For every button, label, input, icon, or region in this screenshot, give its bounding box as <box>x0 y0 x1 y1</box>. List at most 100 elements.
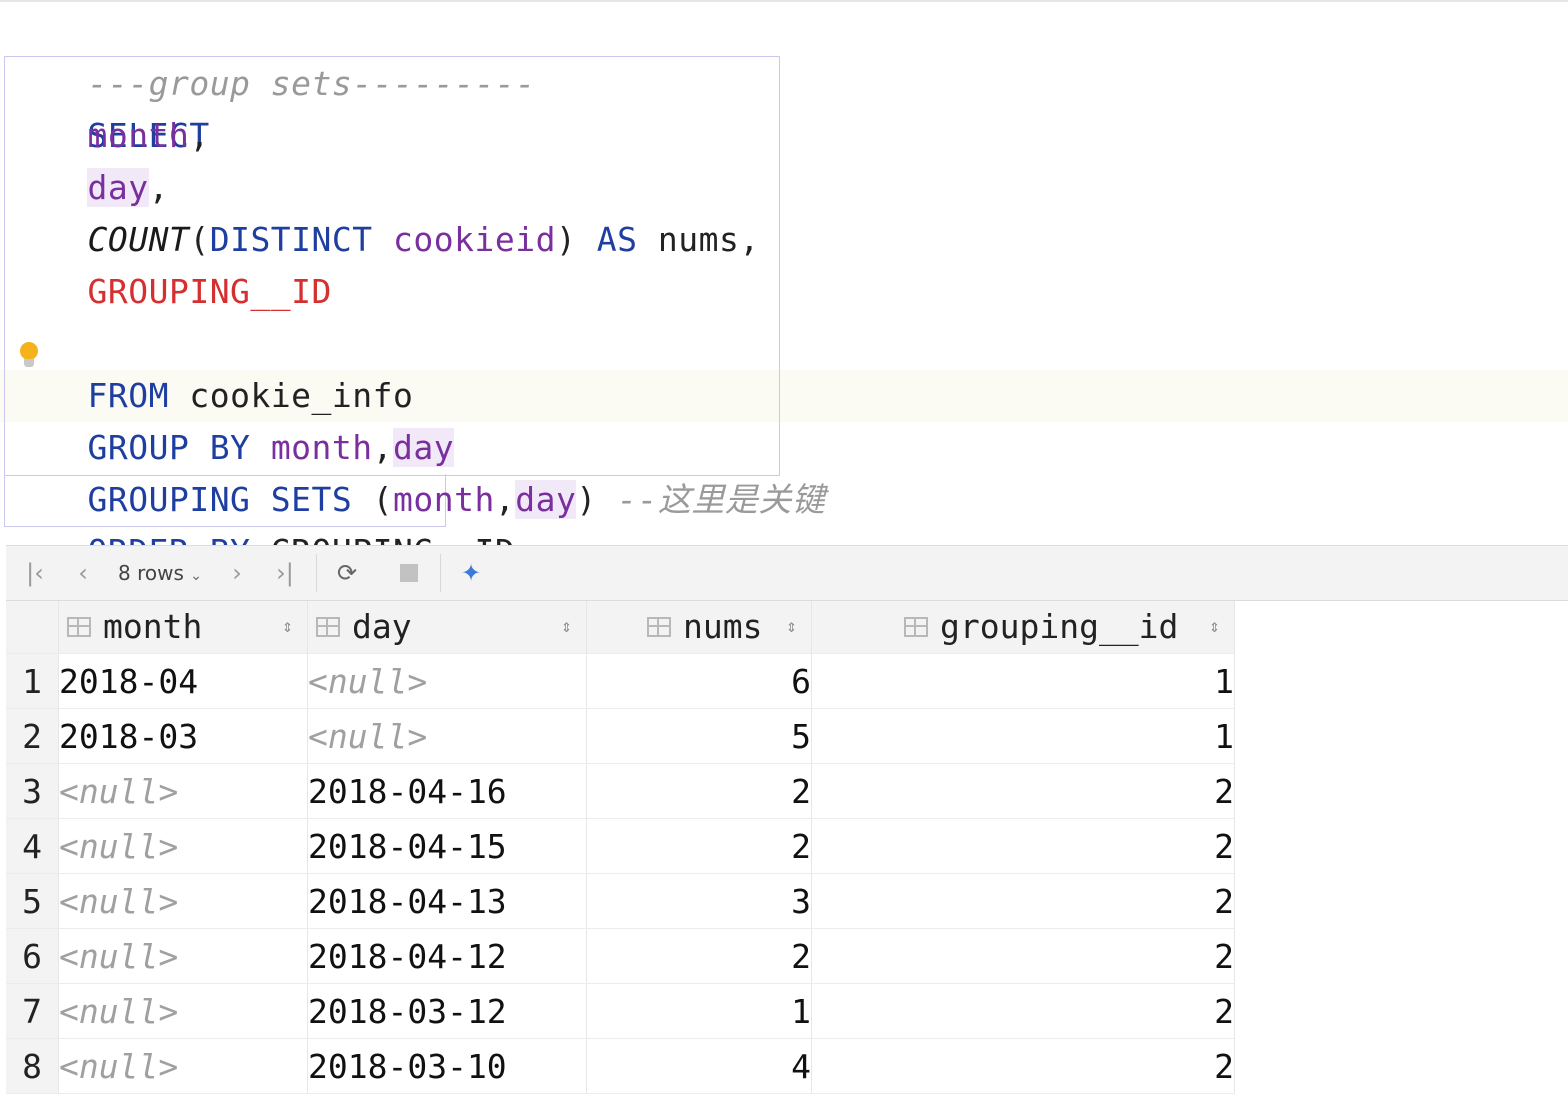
cell-day[interactable]: 2018-04-13 <box>307 873 587 929</box>
cell-month[interactable]: <null> <box>58 983 308 1039</box>
code-line-from[interactable]: FROM cookie_info <box>6 318 413 415</box>
table-row[interactable]: 1 2018-04 <null> 6 1 <box>6 653 1235 709</box>
cell-grouping-id-value: 1 <box>1214 716 1234 756</box>
sql-editor[interactable]: ---group sets--------- SELECT month, day… <box>0 0 1568 571</box>
cell-grouping-id[interactable]: 2 <box>811 928 1235 984</box>
column-header-day[interactable]: day ⇕ <box>307 601 587 654</box>
rows-count-label: 8 rows <box>118 561 184 585</box>
cell-grouping-id[interactable]: 1 <box>811 653 1235 709</box>
row-number: 5 <box>6 873 59 929</box>
table-row[interactable]: 5 <null> 2018-04-13 3 2 <box>6 873 1235 929</box>
column-header-label: grouping__id <box>940 607 1179 646</box>
row-number: 1 <box>6 653 59 709</box>
code-line-order-by[interactable]: ORDER BY GROUPING__ID; <box>6 474 536 571</box>
column-header-month[interactable]: month ⇕ <box>58 601 308 654</box>
row-number-value: 4 <box>22 826 42 866</box>
table-row[interactable]: 3 <null> 2018-04-16 2 2 <box>6 763 1235 819</box>
cell-grouping-id[interactable]: 2 <box>811 818 1235 874</box>
cell-grouping-id[interactable]: 2 <box>811 763 1235 819</box>
row-number: 6 <box>6 928 59 984</box>
cell-day[interactable]: 2018-04-12 <box>307 928 587 984</box>
cell-grouping-id-value: 2 <box>1214 881 1234 921</box>
intention-bulb-base <box>24 359 34 367</box>
cell-month-value: <null> <box>59 1046 179 1086</box>
sort-icon[interactable]: ⇕ <box>786 601 797 653</box>
code-line-grouping-id[interactable]: GROUPING__ID <box>6 266 332 318</box>
cell-month[interactable]: <null> <box>58 873 308 929</box>
row-number: 3 <box>6 763 59 819</box>
column-header-grouping-id[interactable]: grouping__id ⇕ <box>811 601 1235 654</box>
row-number-value: 5 <box>22 881 42 921</box>
code-line-group-by[interactable]: GROUP BY month,day <box>6 370 455 467</box>
chevron-down-icon: ⌄ <box>190 568 202 584</box>
table-row[interactable]: 7 <null> 2018-03-12 1 2 <box>6 983 1235 1039</box>
column-header-label: nums <box>683 607 763 646</box>
row-number: 8 <box>6 1038 59 1094</box>
cell-day[interactable]: <null> <box>307 653 587 709</box>
cell-month[interactable]: 2018-03 <box>58 708 308 764</box>
cell-month[interactable]: 2018-04 <box>58 653 308 709</box>
function-count: COUNT <box>87 220 190 259</box>
cell-grouping-id-value: 1 <box>1214 661 1234 701</box>
cell-month-value: <null> <box>59 771 179 811</box>
first-page-icon[interactable]: |‹ <box>22 558 48 588</box>
column-icon <box>67 617 91 637</box>
cell-month[interactable]: <null> <box>58 763 308 819</box>
refresh-icon[interactable]: ⟳ <box>332 558 362 588</box>
cell-day[interactable]: <null> <box>307 708 587 764</box>
cell-nums[interactable]: 5 <box>586 708 812 764</box>
cell-day[interactable]: 2018-03-10 <box>307 1038 587 1094</box>
row-number-value: 3 <box>22 771 42 811</box>
row-number-value: 2 <box>22 716 42 756</box>
pin-icon[interactable]: ✦ <box>454 558 488 588</box>
table-row[interactable]: 2 2018-03 <null> 5 1 <box>6 708 1235 764</box>
sort-icon[interactable]: ⇕ <box>282 601 293 653</box>
sort-icon[interactable]: ⇕ <box>561 601 572 653</box>
cell-grouping-id[interactable]: 2 <box>811 873 1235 929</box>
cell-day-value: 2018-03-10 <box>308 1046 507 1086</box>
cell-nums[interactable]: 2 <box>586 763 812 819</box>
cell-grouping-id[interactable]: 2 <box>811 983 1235 1039</box>
table-row[interactable]: 6 <null> 2018-04-12 2 2 <box>6 928 1235 984</box>
cell-nums[interactable]: 6 <box>586 653 812 709</box>
table-row[interactable]: 8 <null> 2018-03-10 4 2 <box>6 1038 1235 1094</box>
cell-month-value: <null> <box>59 881 179 921</box>
cell-day-value: 2018-03-12 <box>308 991 507 1031</box>
table-row[interactable]: 4 <null> 2018-04-15 2 2 <box>6 818 1235 874</box>
row-number-value: 8 <box>22 1046 42 1086</box>
header-row: month ⇕ day ⇕ nums ⇕ grouping__id ⇕ <box>6 601 1235 654</box>
rows-count-dropdown[interactable]: 8 rows ⌄ <box>118 558 202 588</box>
column-header-nums[interactable]: nums ⇕ <box>586 601 812 654</box>
stop-icon[interactable] <box>400 564 418 582</box>
cell-day[interactable]: 2018-04-16 <box>307 763 587 819</box>
cell-grouping-id[interactable]: 1 <box>811 708 1235 764</box>
cell-grouping-id-value: 2 <box>1214 991 1234 1031</box>
code-line-comment[interactable]: ---group sets--------- <box>6 6 536 103</box>
cell-nums[interactable]: 2 <box>586 818 812 874</box>
cell-month[interactable]: <null> <box>58 1038 308 1094</box>
last-page-icon[interactable]: ›| <box>270 558 300 588</box>
cell-nums[interactable]: 2 <box>586 928 812 984</box>
cell-nums[interactable]: 1 <box>586 983 812 1039</box>
code-line-month[interactable]: month, <box>6 110 210 162</box>
cell-month[interactable]: <null> <box>58 818 308 874</box>
cell-day[interactable]: 2018-03-12 <box>307 983 587 1039</box>
cell-month-value: <null> <box>59 936 179 976</box>
sort-icon[interactable]: ⇕ <box>1209 601 1220 653</box>
code-line-day[interactable]: day, <box>6 162 169 214</box>
cell-nums[interactable]: 3 <box>586 873 812 929</box>
results-toolbar: |‹ ‹ 8 rows ⌄ › ›| ⟳ ✦ <box>6 545 1568 601</box>
next-page-icon[interactable]: › <box>224 558 250 588</box>
column-cookieid: cookieid <box>393 220 556 259</box>
cell-grouping-id[interactable]: 2 <box>811 1038 1235 1094</box>
code-line-grouping-sets[interactable]: GROUPING SETS (month,day) --这里是关键 <box>6 422 825 519</box>
previous-page-icon[interactable]: ‹ <box>70 558 96 588</box>
code-line-select[interactable]: SELECT <box>6 58 210 155</box>
cell-day[interactable]: 2018-04-15 <box>307 818 587 874</box>
row-number-value: 6 <box>22 936 42 976</box>
cell-month[interactable]: <null> <box>58 928 308 984</box>
code-line-count[interactable]: COUNT(DISTINCT cookieid) AS nums, <box>6 214 760 266</box>
cell-nums[interactable]: 4 <box>586 1038 812 1094</box>
intention-bulb-icon[interactable] <box>20 342 38 360</box>
cell-day-value: <null> <box>308 661 428 701</box>
